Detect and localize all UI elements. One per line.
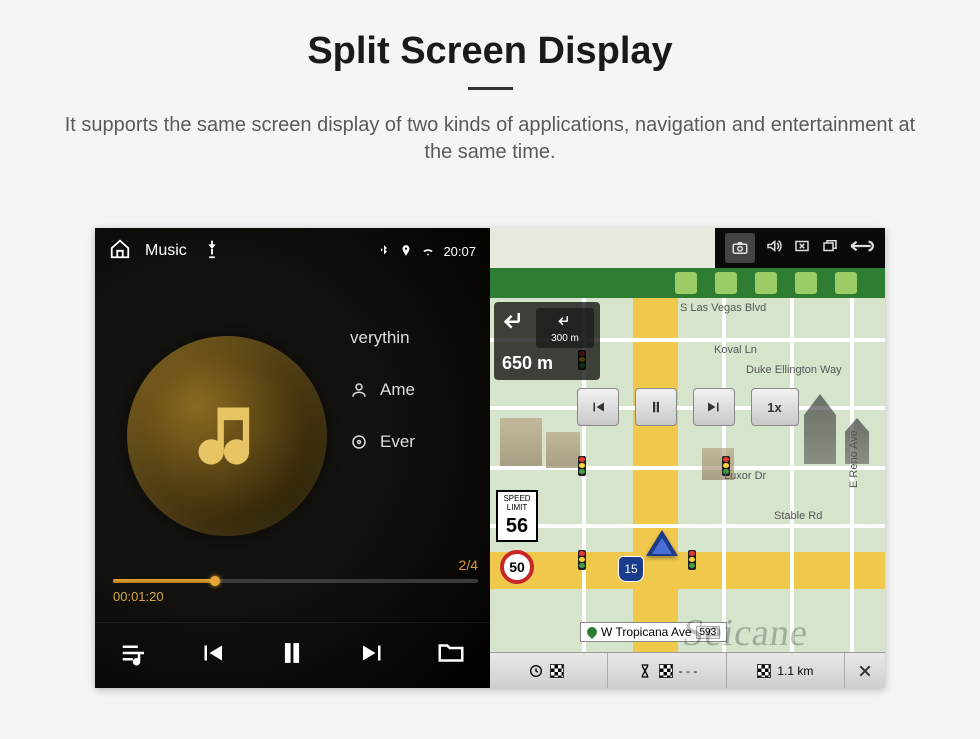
home-icon[interactable] (109, 238, 131, 265)
title-underline (468, 87, 513, 90)
street-koval: Koval Ln (714, 344, 757, 356)
status-icons: 20:07 (377, 244, 476, 259)
track-title: verythin (350, 328, 410, 348)
destination-pin-icon (585, 625, 599, 639)
street-stable: Stable Rd (774, 510, 822, 522)
disc-icon (350, 433, 368, 451)
nav-turn-secondary: 300 m (536, 308, 594, 348)
recent-apps-button[interactable] (821, 237, 839, 260)
speed-limit-value: 56 (498, 515, 536, 537)
map-bottom-bar: - - - 1.1 km (490, 652, 885, 688)
album-name: Ever (380, 432, 415, 452)
person-icon (350, 381, 368, 399)
interstate-shield: 15 (618, 556, 644, 582)
usb-icon[interactable] (201, 238, 223, 265)
close-icon (857, 663, 873, 679)
destination-label[interactable]: W Tropicana Ave 593 (580, 622, 727, 642)
wifi-icon (421, 244, 435, 258)
location-icon (399, 244, 413, 258)
track-title-row: verythin (350, 328, 480, 348)
current-speed: 50 (500, 550, 534, 584)
nav-turn-panel: 650 m 300 m (494, 302, 600, 380)
music-app-label: Music (145, 242, 187, 260)
progress-fill (113, 579, 215, 583)
music-note-icon (189, 398, 265, 474)
speed-limit-sign: SPEED LIMIT 56 (496, 490, 538, 542)
remaining-distance-segment[interactable]: 1.1 km (727, 653, 845, 688)
speed-limit-label-mid: LIMIT (498, 504, 536, 513)
page-title: Split Screen Display (0, 30, 980, 73)
screenshot-button[interactable] (725, 233, 755, 263)
street-luxor: Luxor Dr (724, 470, 766, 482)
download-arrow-icon[interactable] (675, 272, 697, 294)
destination-exit: 593 (696, 626, 721, 639)
next-track-button[interactable] (358, 638, 388, 673)
download-arrow-icon[interactable] (715, 272, 737, 294)
map-download-bar (490, 268, 885, 298)
back-button[interactable] (849, 235, 875, 262)
music-pane: Music 20:07 verythin Ame (95, 228, 490, 688)
sim-speed-button[interactable]: 1x (751, 388, 799, 426)
album-row: Ever (350, 432, 480, 452)
sim-prev-button[interactable] (577, 388, 619, 426)
music-topbar: Music 20:07 (95, 228, 490, 274)
clock-time: 20:07 (443, 244, 476, 259)
sim-playback-controls: 1x (577, 388, 799, 426)
street-reno: E Reno Ave (848, 430, 860, 488)
destination-street: W Tropicana Ave (601, 625, 692, 639)
turn-distance-primary: 650 m (502, 353, 553, 374)
artist-name: Ame (380, 380, 415, 400)
remaining-distance: 1.1 km (777, 664, 813, 678)
track-index: 2/4 (113, 557, 478, 573)
eta-countdown-segment[interactable]: - - - (608, 653, 726, 688)
eta-time-segment[interactable] (490, 653, 608, 688)
download-arrow-icon[interactable] (795, 272, 817, 294)
progress-bar[interactable] (113, 579, 478, 583)
artist-row: Ame (350, 380, 480, 400)
street-duke: Duke Ellington Way (746, 364, 842, 376)
turn-left-icon (500, 308, 530, 338)
folder-button[interactable] (436, 638, 466, 673)
elapsed-time: 00:01:20 (113, 589, 478, 604)
bluetooth-icon (377, 244, 391, 258)
turn-left-small-icon (556, 313, 574, 331)
system-tray (715, 228, 885, 268)
hourglass-icon (637, 663, 653, 679)
progress-thumb[interactable] (210, 576, 220, 586)
music-controls (95, 622, 490, 688)
flag-icon (550, 664, 564, 678)
device-screen: Music 20:07 verythin Ame (95, 228, 885, 688)
sim-pause-button[interactable] (635, 388, 677, 426)
turn-distance-secondary: 300 m (551, 333, 579, 344)
prev-track-button[interactable] (197, 638, 227, 673)
map-pane: S Las Vegas Blvd Koval Ln Duke Ellington… (490, 228, 885, 688)
pause-button[interactable] (275, 636, 309, 675)
volume-button[interactable] (765, 237, 783, 260)
clock-icon (528, 663, 544, 679)
street-s-las-vegas: S Las Vegas Blvd (680, 302, 766, 314)
flag-icon (757, 664, 771, 678)
download-arrow-icon[interactable] (755, 272, 777, 294)
map-close-button[interactable] (845, 653, 885, 688)
flag-icon (659, 664, 673, 678)
progress-area: 2/4 00:01:20 (113, 557, 478, 604)
album-art[interactable] (127, 336, 327, 536)
eta-countdown: - - - (679, 664, 698, 678)
track-info: verythin Ame Ever (350, 328, 480, 452)
playlist-button[interactable] (119, 638, 149, 673)
page-subtitle: It supports the same screen display of t… (50, 112, 930, 166)
nav-cursor-icon (646, 530, 678, 556)
close-app-button[interactable] (793, 237, 811, 260)
download-arrow-icon[interactable] (835, 272, 857, 294)
sim-next-button[interactable] (693, 388, 735, 426)
